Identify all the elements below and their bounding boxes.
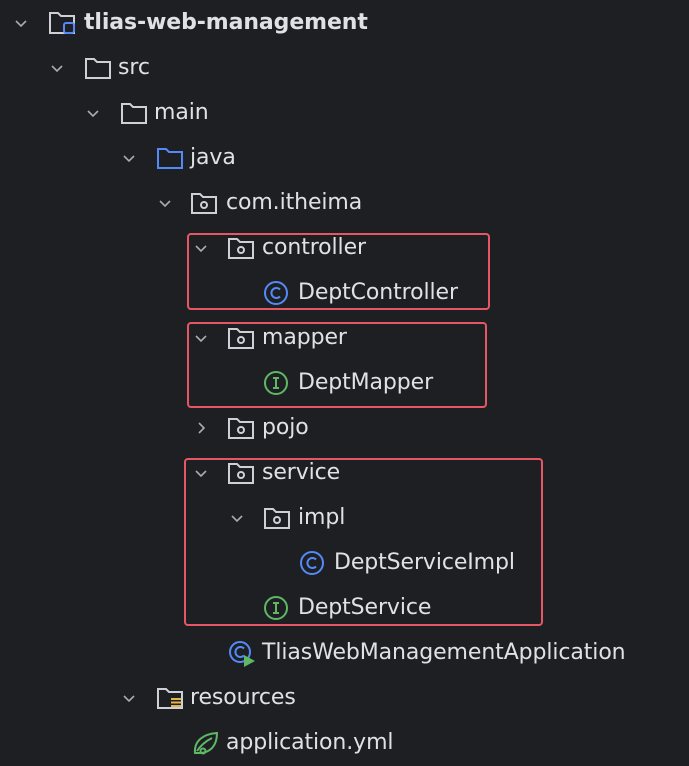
- package-icon: [263, 495, 291, 540]
- package-icon: [227, 450, 255, 495]
- package-icon: [227, 225, 255, 270]
- spring-config-icon: [191, 720, 221, 765]
- interface-icon: [263, 585, 289, 630]
- tree-label: src: [118, 55, 150, 80]
- tree-label: pojo: [262, 415, 309, 440]
- spring-boot-icon: [227, 630, 257, 675]
- tree-label: service: [262, 460, 341, 485]
- chevron-down-icon[interactable]: [227, 495, 247, 540]
- chevron-down-icon[interactable]: [191, 315, 211, 360]
- tree-label: DeptController: [298, 280, 458, 305]
- tree-label: DeptServiceImpl: [334, 550, 515, 575]
- tree-label: DeptService: [298, 595, 432, 620]
- tree-node-interface-dept-mapper[interactable]: DeptMapper: [0, 360, 689, 405]
- class-icon: [263, 270, 289, 315]
- tree-label: DeptMapper: [298, 370, 434, 395]
- tree-label: mapper: [262, 325, 347, 350]
- tree-label: TliasWebManagementApplication: [262, 640, 626, 665]
- chevron-right-icon[interactable]: [191, 405, 211, 450]
- chevron-down-icon[interactable]: [191, 450, 211, 495]
- class-icon: [299, 540, 325, 585]
- tree-node-package-service[interactable]: service: [0, 450, 689, 495]
- tree-node-package-pojo[interactable]: pojo: [0, 405, 689, 450]
- chevron-down-icon[interactable]: [11, 0, 31, 45]
- chevron-down-icon[interactable]: [119, 675, 139, 720]
- tree-node-root-module[interactable]: tlias-web-management: [0, 0, 689, 45]
- tree-node-java[interactable]: java: [0, 135, 689, 180]
- tree-label: application.yml: [226, 730, 394, 755]
- package-icon: [227, 405, 255, 450]
- chevron-down-icon[interactable]: [83, 90, 103, 135]
- tree-node-interface-dept-service[interactable]: DeptService: [0, 585, 689, 630]
- tree-node-spring-boot-application[interactable]: TliasWebManagementApplication: [0, 630, 689, 675]
- tree-label: impl: [298, 505, 346, 530]
- tree-node-package-mapper[interactable]: mapper: [0, 315, 689, 360]
- tree-label: java: [190, 145, 236, 170]
- tree-node-package-impl[interactable]: impl: [0, 495, 689, 540]
- chevron-down-icon[interactable]: [155, 180, 175, 225]
- tree-node-spring-config[interactable]: application.yml: [0, 720, 689, 765]
- tree-node-package-controller[interactable]: controller: [0, 225, 689, 270]
- chevron-down-icon[interactable]: [191, 225, 211, 270]
- source-folder-icon: [156, 135, 184, 180]
- folder-icon: [84, 45, 112, 90]
- tree-node-package-com-itheima[interactable]: com.itheima: [0, 180, 689, 225]
- chevron-down-icon[interactable]: [47, 45, 67, 90]
- tree-node-main[interactable]: main: [0, 90, 689, 135]
- tree-node-src[interactable]: src: [0, 45, 689, 90]
- tree-node-resources[interactable]: resources: [0, 675, 689, 720]
- package-icon: [227, 315, 255, 360]
- module-folder-icon: [48, 0, 78, 45]
- interface-icon: [263, 360, 289, 405]
- tree-label: tlias-web-management: [84, 10, 368, 35]
- tree-label: controller: [262, 235, 366, 260]
- tree-node-class-dept-service-impl[interactable]: DeptServiceImpl: [0, 540, 689, 585]
- chevron-down-icon[interactable]: [119, 135, 139, 180]
- tree-label: com.itheima: [226, 190, 363, 215]
- resources-folder-icon: [156, 675, 184, 720]
- tree-label: resources: [190, 685, 296, 710]
- tree-label: main: [154, 100, 209, 125]
- package-icon: [190, 180, 218, 225]
- tree-node-class-dept-controller[interactable]: DeptController: [0, 270, 689, 315]
- folder-icon: [120, 90, 148, 135]
